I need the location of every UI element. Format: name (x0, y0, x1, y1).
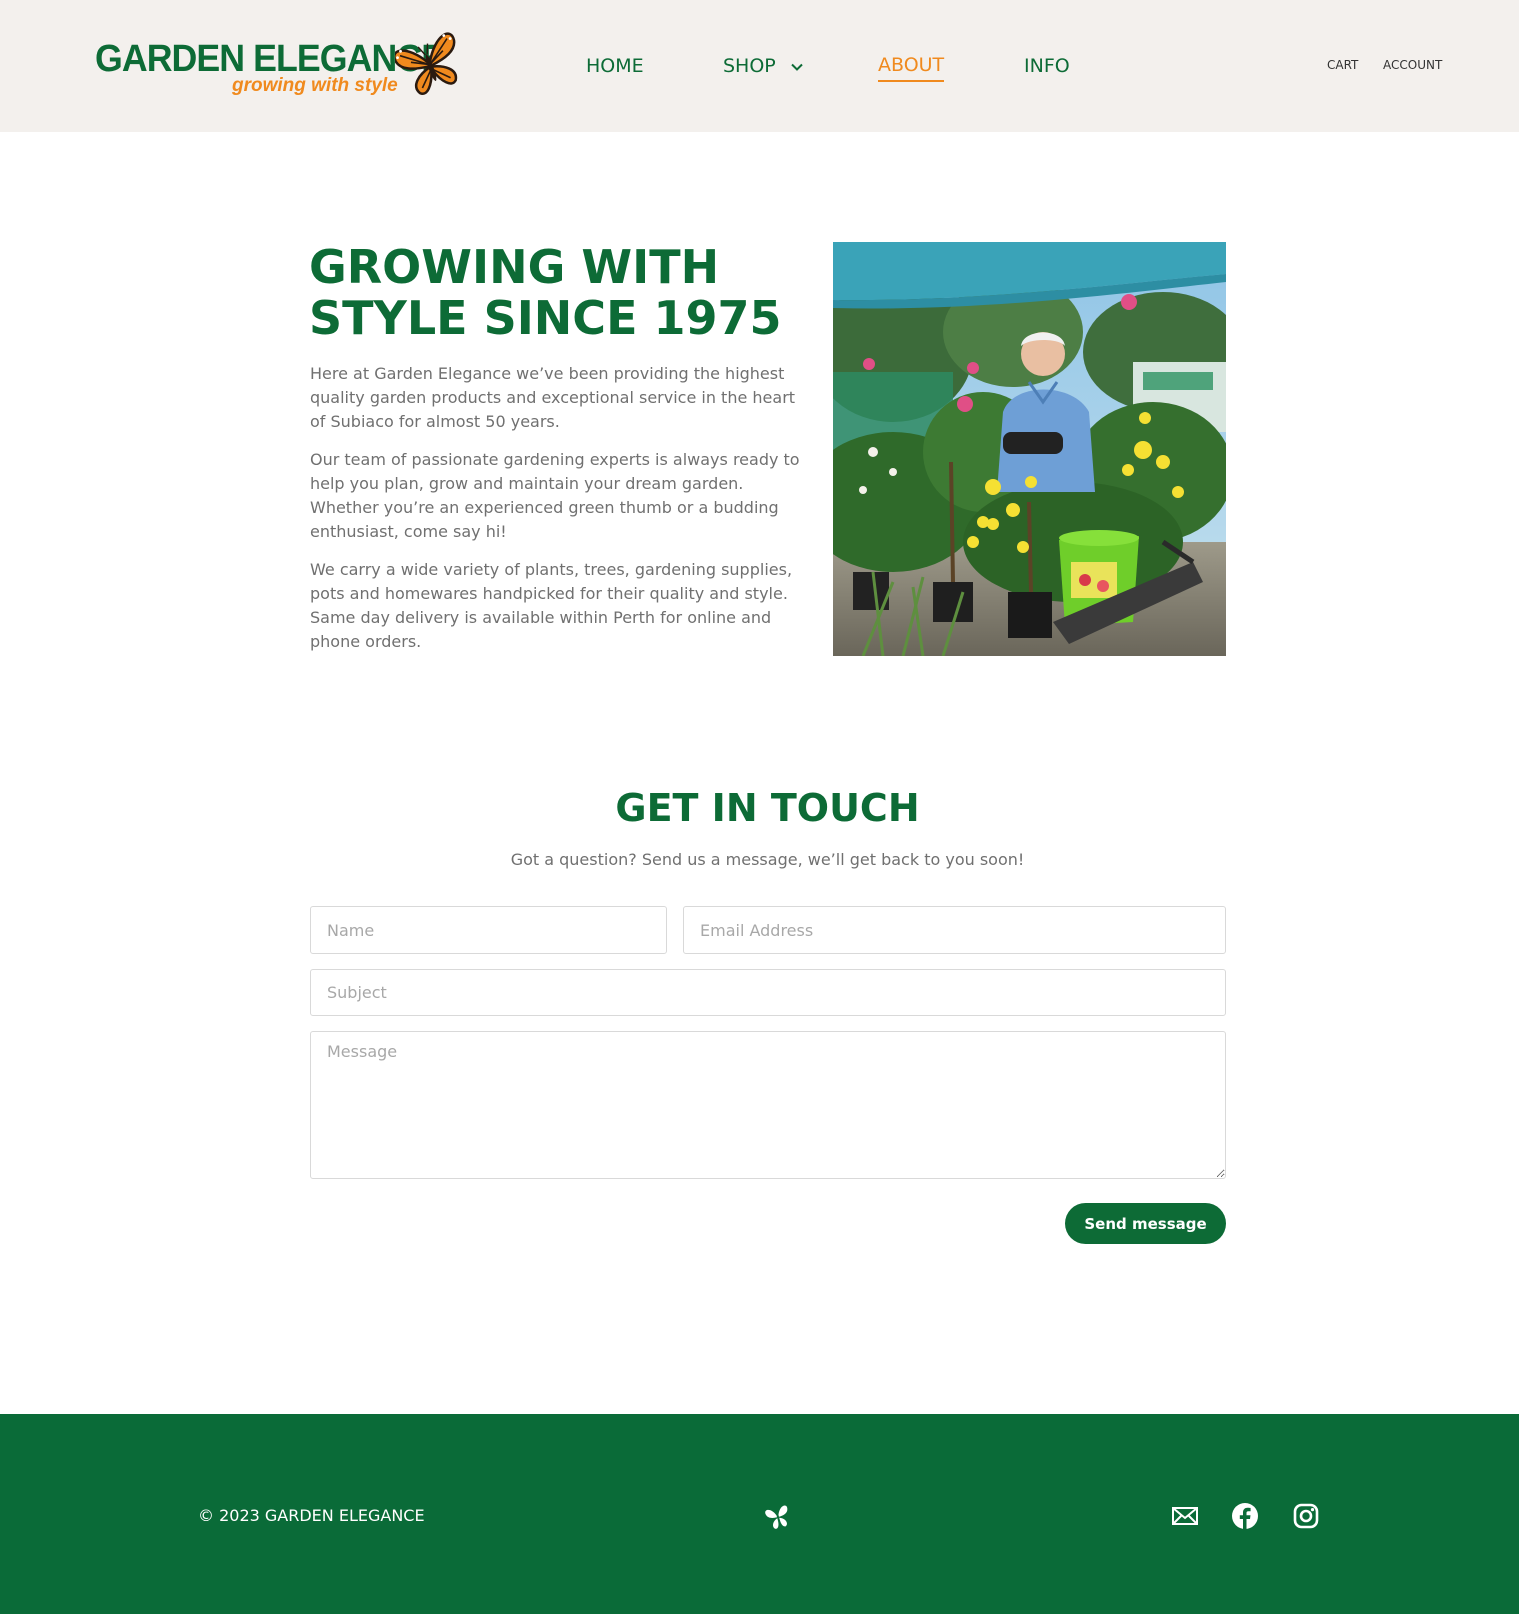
name-input[interactable] (310, 906, 667, 954)
butterfly-icon[interactable] (763, 1502, 793, 1532)
about-title: GROWING WITH STYLE SINCE 1975 (309, 240, 782, 345)
mail-icon[interactable] (1171, 1502, 1199, 1530)
main-nav: HOME SHOP ABOUT INFO (0, 50, 1519, 82)
nav-home[interactable]: HOME (586, 50, 644, 82)
about-paragraph-1: Here at Garden Elegance we’ve been provi… (310, 364, 796, 431)
nav-info[interactable]: INFO (1024, 50, 1070, 82)
nav-shop-label: SHOP (723, 55, 776, 77)
instagram-icon[interactable] (1292, 1502, 1320, 1530)
nav-info-label: INFO (1024, 55, 1070, 77)
account-link[interactable]: ACCOUNT (1383, 58, 1442, 72)
about-paragraph-3: We carry a wide variety of plants, trees… (310, 560, 793, 651)
message-textarea[interactable] (310, 1031, 1226, 1179)
nav-about[interactable]: ABOUT (878, 50, 945, 82)
site-footer: © 2023 GARDEN ELEGANCE (0, 1414, 1519, 1614)
copyright-text: © 2023 GARDEN ELEGANCE (198, 1506, 425, 1525)
send-message-button[interactable]: Send message (1065, 1203, 1226, 1244)
chevron-down-icon (791, 63, 803, 71)
contact-subtitle: Got a question? Send us a message, we’ll… (510, 850, 1025, 869)
facebook-icon[interactable] (1231, 1502, 1259, 1530)
about-paragraph-2: Our team of passionate gardening experts… (310, 450, 800, 541)
contact-title: GET IN TOUCH (615, 786, 920, 830)
staff-photo (833, 242, 1226, 656)
email-input[interactable] (683, 906, 1226, 954)
nav-home-label: HOME (586, 55, 644, 77)
nav-shop[interactable]: SHOP (723, 50, 804, 82)
site-header: GARDEN ELEGANCE growing with style HOME … (0, 0, 1519, 132)
cart-link[interactable]: CART (1327, 58, 1358, 72)
nav-about-label: ABOUT (878, 54, 945, 76)
nursery-photo-illustration (833, 242, 1226, 656)
subject-input[interactable] (310, 969, 1226, 1016)
